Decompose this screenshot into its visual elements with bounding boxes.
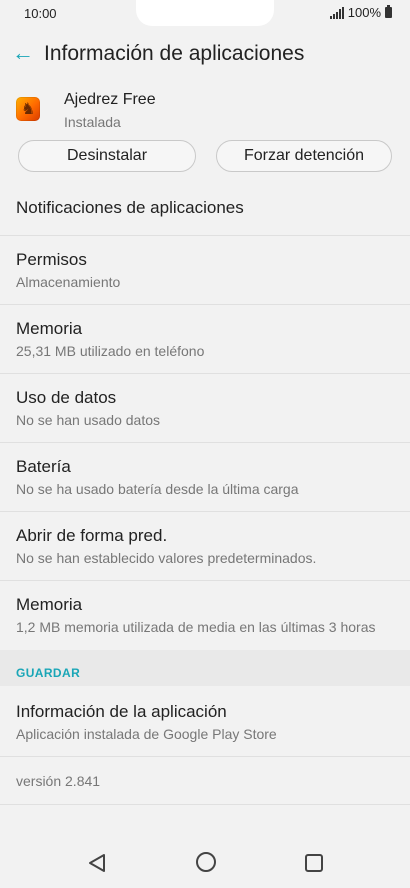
list-item-subtitle: No se ha usado batería desde la última c… xyxy=(16,481,299,497)
uninstall-button[interactable]: Desinstalar xyxy=(18,140,196,172)
list-item-app-details[interactable]: Información de la aplicación Aplicación … xyxy=(0,686,410,757)
force-stop-button[interactable]: Forzar detención xyxy=(216,140,392,172)
list-item-title: Información de la aplicación xyxy=(16,702,227,721)
list-item-title: Memoria xyxy=(16,595,83,614)
battery-percent: 100% xyxy=(347,5,381,20)
list-item-memory[interactable]: Memoria 25,31 MB utilizado en teléfono xyxy=(0,305,410,374)
version-text: versión 2.841 xyxy=(16,773,101,789)
battery-icon xyxy=(385,5,392,18)
nav-recents-icon[interactable] xyxy=(305,854,323,872)
nav-home-icon[interactable] xyxy=(196,852,216,872)
list-item-title: Notificaciones de aplicaciones xyxy=(16,198,244,217)
app-state: Instalada xyxy=(64,114,121,130)
status-time: 10:00 xyxy=(24,6,57,21)
list-item-title: Abrir de forma pred. xyxy=(16,526,168,545)
list-item-permissions[interactable]: Permisos Almacenamiento xyxy=(0,236,410,305)
app-info-header: Ajedrez Free Instalada xyxy=(0,86,410,134)
status-icons: 100% xyxy=(329,5,392,20)
list-item-title: Uso de datos xyxy=(16,388,117,407)
display-notch xyxy=(136,0,274,26)
page-title: Información de aplicaciones xyxy=(44,42,305,65)
list-item-battery[interactable]: Batería No se ha usado batería desde la … xyxy=(0,443,410,512)
list-item-subtitle: Almacenamiento xyxy=(16,274,121,290)
list-item-open-default[interactable]: Abrir de forma pred. No se han estableci… xyxy=(0,512,410,581)
nav-back-icon[interactable] xyxy=(86,852,108,874)
arrow-left-icon[interactable]: ← xyxy=(12,42,34,64)
list-item-title: Memoria xyxy=(16,319,83,338)
app-name: Ajedrez Free xyxy=(64,91,156,108)
chess-app-icon xyxy=(16,97,40,121)
settings-list: Notificaciones de aplicaciones Permisos … xyxy=(0,184,410,650)
list-item-data-usage[interactable]: Uso de datos No se han usado datos xyxy=(0,374,410,443)
signal-icon xyxy=(329,6,344,19)
app-bar: ← Información de aplicaciones xyxy=(0,30,410,78)
version-row: versión 2.841 xyxy=(0,756,410,805)
list-item-subtitle: Aplicación instalada de Google Play Stor… xyxy=(16,726,277,742)
list-item-title: Batería xyxy=(16,457,71,476)
navigation-bar xyxy=(0,834,410,888)
list-item-title: Permisos xyxy=(16,250,87,269)
section-header-save: GUARDAR xyxy=(0,650,410,686)
list-item-notifications[interactable]: Notificaciones de aplicaciones xyxy=(0,184,410,236)
list-item-subtitle: 1,2 MB memoria utilizada de media en las… xyxy=(16,619,376,635)
list-item-subtitle: 25,31 MB utilizado en teléfono xyxy=(16,343,205,359)
status-bar: 10:00 100% xyxy=(0,0,410,26)
list-item-subtitle: No se han establecido valores predetermi… xyxy=(16,550,317,566)
list-item-subtitle: No se han usado datos xyxy=(16,412,160,428)
list-item-memory-average[interactable]: Memoria 1,2 MB memoria utilizada de medi… xyxy=(0,581,410,650)
section-label: GUARDAR xyxy=(16,666,81,680)
